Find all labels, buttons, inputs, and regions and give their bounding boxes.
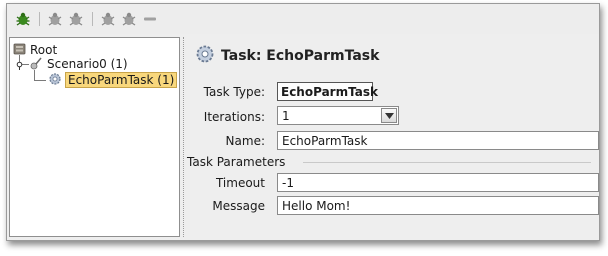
bug-edit-icon[interactable]	[120, 10, 138, 28]
timeout-input[interactable]: -1	[277, 173, 599, 192]
bug-add-icon[interactable]	[99, 10, 117, 28]
expand-toggle-icon[interactable]	[13, 59, 25, 70]
task-gear-icon	[48, 72, 62, 89]
task-parameters-heading: Task Parameters	[187, 155, 286, 169]
iterations-label: Iterations:	[203, 110, 265, 124]
message-label: Message	[212, 199, 265, 213]
name-label: Name:	[225, 134, 265, 148]
toolbar-separator	[39, 12, 40, 26]
remove-icon[interactable]	[141, 10, 159, 28]
bug-pause-icon[interactable]	[67, 10, 85, 28]
app-window: Root Scenario0 (1) EchoParmTask (1) Task…	[6, 3, 600, 241]
tree-connector	[34, 70, 35, 80]
gear-icon	[195, 44, 215, 68]
task-type-value: EchoParmTask	[277, 82, 378, 101]
split-divider[interactable]	[183, 37, 184, 237]
tree-label-scenario: Scenario0 (1)	[47, 57, 128, 71]
bug-step-icon[interactable]	[46, 10, 64, 28]
timeout-label: Timeout	[215, 176, 265, 190]
detail-pane: Task: EchoParmTask Task Type: EchoParmTa…	[185, 37, 599, 237]
page-title: Task: EchoParmTask	[221, 48, 380, 64]
tree-pane: Root Scenario0 (1) EchoParmTask (1)	[9, 37, 180, 237]
iterations-value: 1	[282, 108, 290, 123]
chevron-down-icon[interactable]	[381, 108, 397, 123]
tree-connector	[34, 80, 46, 81]
toolbar	[7, 4, 599, 34]
task-type-label: Task Type:	[203, 85, 265, 99]
tree-label-task: EchoParmTask (1)	[65, 72, 178, 88]
task-title: Task: EchoParmTask	[195, 44, 379, 68]
run-bug-icon[interactable]	[14, 10, 32, 28]
scenario-icon	[29, 56, 43, 73]
tree-node-scenario[interactable]: Scenario0 (1)	[13, 56, 128, 72]
iterations-select[interactable]: 1	[277, 106, 399, 125]
tree-node-task[interactable]: EchoParmTask (1)	[48, 72, 178, 89]
section-divider	[303, 162, 591, 163]
message-input[interactable]: Hello Mom!	[277, 196, 599, 215]
name-input[interactable]: EchoParmTask	[277, 131, 599, 150]
toolbar-separator	[92, 12, 93, 26]
